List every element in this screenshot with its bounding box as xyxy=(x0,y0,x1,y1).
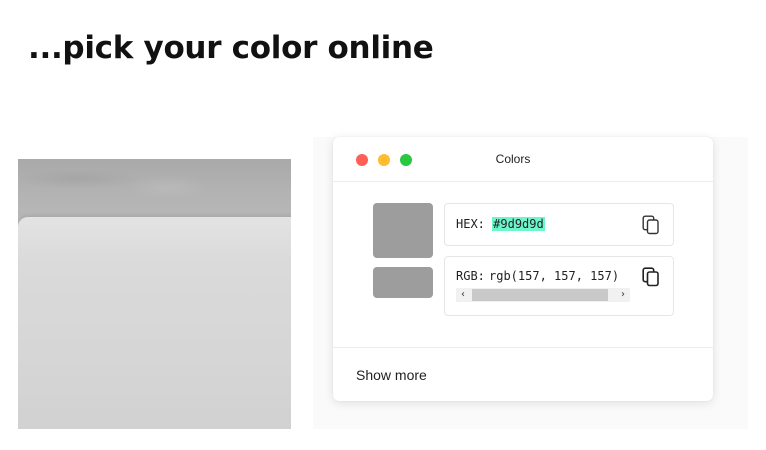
window-title: Colors xyxy=(495,152,531,166)
copy-rgb-icon xyxy=(642,267,659,287)
copy-hex-icon xyxy=(642,215,659,235)
window-titlebar: Colors xyxy=(333,137,713,182)
hex-field: HEX: #9d9d9d xyxy=(444,203,674,246)
show-more-button[interactable]: Show more xyxy=(356,367,427,383)
horizontal-scrollbar[interactable]: ‹ › xyxy=(456,288,630,302)
scroll-right-icon[interactable]: › xyxy=(616,288,630,302)
hex-label: HEX: xyxy=(456,217,485,231)
hex-row: HEX: #9d9d9d xyxy=(456,217,545,231)
colors-window: Colors HEX: #9d9d9d RGB: rgb(157, 157, 1… xyxy=(333,137,713,401)
sample-photo[interactable] xyxy=(18,159,291,429)
selected-color-swatch xyxy=(373,203,433,258)
scroll-left-icon[interactable]: ‹ xyxy=(456,288,470,302)
photo-board-surface xyxy=(18,217,291,429)
rgb-label: RGB: xyxy=(456,269,485,283)
page-headline: ...pick your color online xyxy=(28,30,434,66)
previous-color-swatch xyxy=(373,267,433,298)
scrollbar-thumb[interactable] xyxy=(472,289,608,301)
rgb-field: RGB: rgb(157, 157, 157) ‹ › xyxy=(444,256,674,316)
rgb-value[interactable]: rgb(157, 157, 157) xyxy=(489,269,619,283)
footer-divider xyxy=(333,347,713,348)
copy-icon[interactable] xyxy=(642,215,660,235)
rgb-value-scroller[interactable]: rgb(157, 157, 157) xyxy=(489,269,630,285)
copy-icon[interactable] xyxy=(642,267,660,287)
hex-value[interactable]: #9d9d9d xyxy=(492,217,545,231)
